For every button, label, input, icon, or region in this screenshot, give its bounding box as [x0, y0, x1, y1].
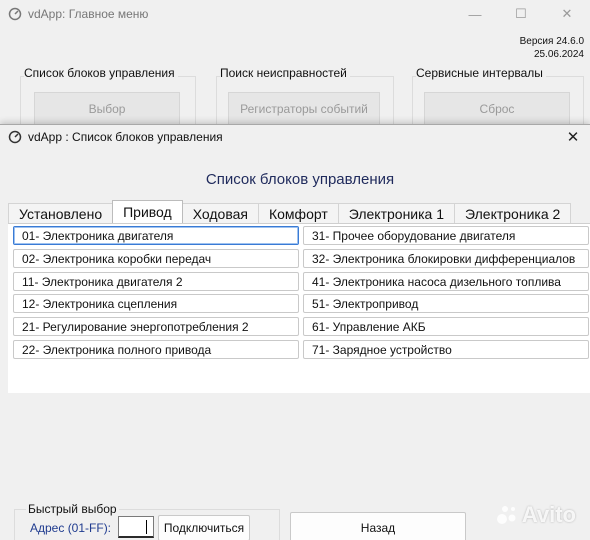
- unit-button-12[interactable]: 12- Электроника сцепления: [13, 294, 299, 313]
- tab-bar: Установлено Привод Ходовая Комфорт Элект…: [8, 200, 572, 223]
- tab-installed[interactable]: Установлено: [8, 203, 114, 223]
- group-title: Список блоков управления: [24, 66, 178, 80]
- watermark-text: Avito: [521, 502, 576, 527]
- close-button[interactable]: ✕: [544, 0, 590, 28]
- tab-comfort[interactable]: Комфорт: [257, 203, 339, 223]
- quick-select-title: Быстрый выбор: [26, 502, 119, 516]
- event-recorders-button[interactable]: Регистраторы событий: [228, 92, 380, 126]
- tab-chassis[interactable]: Ходовая: [181, 203, 259, 223]
- unit-button-01[interactable]: 01- Электроника двигателя: [13, 226, 299, 245]
- unit-button-61[interactable]: 61- Управление АКБ: [303, 317, 589, 336]
- unit-button-11[interactable]: 11- Электроника двигателя 2: [13, 272, 299, 291]
- version-date: 25.06.2024: [533, 49, 584, 60]
- connect-button[interactable]: Подключиться: [158, 515, 250, 540]
- main-title-bar: vdApp: Главное меню: [8, 4, 148, 24]
- tab-electronics-2[interactable]: Электроника 2: [454, 203, 572, 223]
- unit-button-21[interactable]: 21- Регулирование энергопотребления 2: [13, 317, 299, 336]
- unit-button-22[interactable]: 22- Электроника полного привода: [13, 340, 299, 359]
- watermark: Avito: [496, 502, 576, 528]
- unit-button-71[interactable]: 71- Зарядное устройство: [303, 340, 589, 359]
- page-title: Список блоков управления: [205, 171, 395, 188]
- unit-button-32[interactable]: 32- Электроника блокировки дифференциало…: [303, 249, 589, 268]
- tab-electronics-1[interactable]: Электроника 1: [337, 203, 456, 223]
- version-number: Версия 24.6.0: [519, 36, 584, 47]
- back-button[interactable]: Назад: [290, 512, 466, 540]
- dialog-title: vdApp : Список блоков управления: [28, 130, 223, 144]
- main-window-controls: — ☐ ✕: [452, 0, 590, 28]
- address-input[interactable]: [118, 516, 154, 538]
- select-button[interactable]: Выбор: [34, 92, 180, 126]
- unit-button-31[interactable]: 31- Прочее оборудование двигателя: [303, 226, 589, 245]
- reset-button[interactable]: Сброс: [424, 92, 570, 126]
- minimize-button[interactable]: —: [452, 0, 498, 28]
- version-info: Версия 24.6.0 25.06.2024: [520, 35, 584, 61]
- group-title: Поиск неисправностей: [220, 66, 350, 80]
- unit-button-51[interactable]: 51- Электропривод: [303, 294, 589, 313]
- control-units-dialog: vdApp : Список блоков управления ✕ Списо…: [0, 124, 590, 540]
- maximize-button[interactable]: ☐: [498, 0, 544, 28]
- dialog-close-button[interactable]: ✕: [556, 125, 590, 149]
- unit-button-41[interactable]: 41- Электроника насоса дизельного топлив…: [303, 272, 589, 291]
- app-icon: [8, 130, 22, 144]
- watermark-logo-icon: [496, 506, 516, 524]
- app-icon: [8, 7, 22, 21]
- main-window-title: vdApp: Главное меню: [28, 7, 149, 21]
- dialog-title-bar: vdApp : Список блоков управления: [8, 128, 223, 146]
- address-label: Адрес (01-FF):: [30, 521, 112, 535]
- unit-button-02[interactable]: 02- Электроника коробки передач: [13, 249, 299, 268]
- tab-drive[interactable]: Привод: [112, 200, 183, 223]
- text-caret: [146, 520, 147, 534]
- group-title: Сервисные интервалы: [416, 66, 546, 80]
